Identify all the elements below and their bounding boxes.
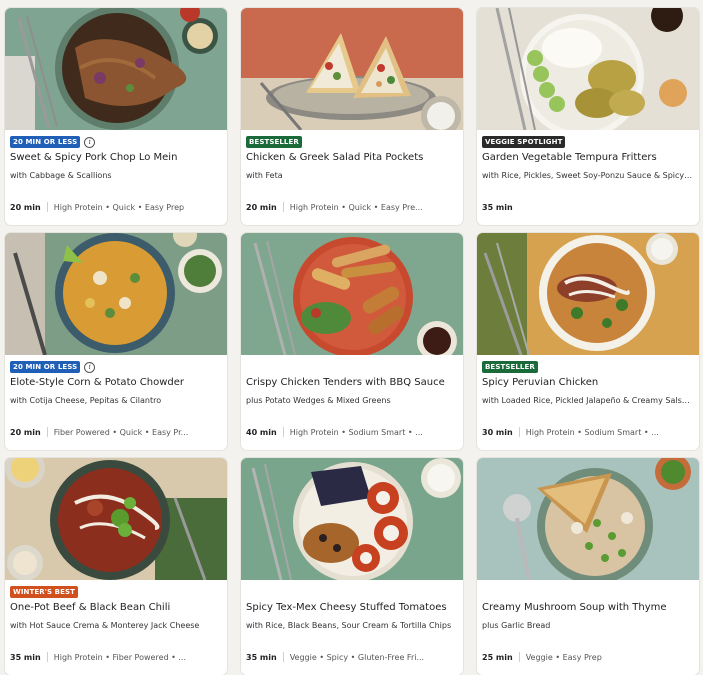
recipe-photo[interactable] (477, 458, 699, 580)
divider (282, 427, 284, 437)
recipe-meta: 35 min (482, 201, 694, 213)
divider (282, 652, 284, 662)
recipe-tags: High Protein • Quick • Easy Prep (53, 202, 185, 212)
recipe-meta: 20 min High Protein • Quick • Easy Prep (10, 201, 222, 213)
recipe-subtitle: with Hot Sauce Crema & Monterey Jack Che… (10, 621, 200, 630)
recipe-tags: Veggie • Easy Prep (525, 652, 602, 662)
prep-time: 35 min (246, 652, 277, 662)
recipe-grid: 20 MIN OR LESS i Sweet & Spicy Pork Chop… (0, 0, 703, 675)
prep-time: 20 min (10, 427, 41, 437)
recipe-card[interactable]: Crispy Chicken Tenders with BBQ Sauce pl… (241, 233, 463, 450)
prep-time: 35 min (10, 652, 41, 662)
recipe-meta: 30 min High Protein • Sodium Smart • ... (482, 426, 694, 438)
badge-row: BESTSELLER (482, 361, 538, 373)
recipe-card[interactable]: Creamy Mushroom Soup with Thyme plus Gar… (477, 458, 699, 675)
recipe-tags: Fiber Powered • Quick • Easy Pr... (53, 427, 189, 437)
recipe-card[interactable]: 20 MIN OR LESS i Sweet & Spicy Pork Chop… (5, 8, 227, 225)
recipe-tags: High Protein • Sodium Smart • ... (525, 427, 659, 437)
recipe-title[interactable]: Spicy Tex-Mex Cheesy Stuffed Tomatoes (246, 601, 460, 614)
prep-time: 20 min (10, 202, 41, 212)
recipe-subtitle: with Cotija Cheese, Pepitas & Cilantro (10, 396, 162, 405)
recipe-subtitle: with Feta (246, 171, 283, 180)
recipe-photo[interactable] (5, 458, 227, 580)
badge-row: 20 MIN OR LESS i (10, 136, 96, 148)
prep-time: 25 min (482, 652, 513, 662)
divider (46, 427, 48, 437)
recipe-title[interactable]: Garden Vegetable Tempura Fritters (482, 151, 696, 164)
info-icon[interactable]: i (84, 361, 96, 373)
recipe-tags: High Protein • Fiber Powered • ... (53, 652, 186, 662)
prep-time: 40 min (246, 427, 277, 437)
recipe-meta: 35 min High Protein • Fiber Powered • ..… (10, 651, 222, 663)
recipe-meta: 40 min High Protein • Sodium Smart • ... (246, 426, 458, 438)
badge-bestseller: BESTSELLER (246, 136, 302, 148)
divider (282, 202, 284, 212)
badge-20-min-or-less: 20 MIN OR LESS (10, 136, 81, 148)
badge-row: VEGGIE SPOTLIGHT (482, 136, 566, 148)
recipe-subtitle: plus Garlic Bread (482, 621, 551, 630)
recipe-tags: Veggie • Spicy • Gluten-Free Fri... (289, 652, 425, 662)
recipe-subtitle: with Rice, Black Beans, Sour Cream & Tor… (246, 621, 452, 630)
recipe-meta: 35 min Veggie • Spicy • Gluten-Free Fri.… (246, 651, 458, 663)
recipe-card[interactable]: 20 MIN OR LESS i Elote-Style Corn & Pota… (5, 233, 227, 450)
badge-winters-best: WINTER'S BEST (10, 586, 78, 598)
badge-row: WINTER'S BEST (10, 586, 78, 598)
badge-row: BESTSELLER (246, 136, 302, 148)
recipe-subtitle: with Rice, Pickles, Sweet Soy-Ponzu Sauc… (482, 171, 694, 180)
recipe-card[interactable]: BESTSELLER Spicy Peruvian Chicken with L… (477, 233, 699, 450)
recipe-photo[interactable] (5, 8, 227, 130)
recipe-photo[interactable] (241, 8, 463, 130)
divider (46, 202, 48, 212)
recipe-title[interactable]: One-Pot Beef & Black Bean Chili (10, 601, 224, 614)
recipe-title[interactable]: Creamy Mushroom Soup with Thyme (482, 601, 696, 614)
recipe-subtitle: with Loaded Rice, Pickled Jalapeño & Cre… (482, 396, 694, 405)
divider (518, 652, 520, 662)
badge-row: 20 MIN OR LESS i (10, 361, 96, 373)
divider (46, 652, 48, 662)
badge-20-min-or-less: 20 MIN OR LESS (10, 361, 81, 373)
recipe-meta: 25 min Veggie • Easy Prep (482, 651, 694, 663)
recipe-card[interactable]: Spicy Tex-Mex Cheesy Stuffed Tomatoes wi… (241, 458, 463, 675)
recipe-card[interactable]: VEGGIE SPOTLIGHT Garden Vegetable Tempur… (477, 8, 699, 225)
recipe-photo[interactable] (5, 233, 227, 355)
recipe-card[interactable]: BESTSELLER Chicken & Greek Salad Pita Po… (241, 8, 463, 225)
prep-time: 20 min (246, 202, 277, 212)
recipe-tags: High Protein • Sodium Smart • ... (289, 427, 423, 437)
recipe-photo[interactable] (241, 458, 463, 580)
recipe-meta: 20 min High Protein • Quick • Easy Pre..… (246, 201, 458, 213)
recipe-card[interactable]: WINTER'S BEST One-Pot Beef & Black Bean … (5, 458, 227, 675)
recipe-subtitle: plus Potato Wedges & Mixed Greens (246, 396, 391, 405)
recipe-tags: High Protein • Quick • Easy Pre... (289, 202, 423, 212)
divider (518, 427, 520, 437)
recipe-title[interactable]: Elote-Style Corn & Potato Chowder (10, 376, 224, 389)
recipe-photo[interactable] (241, 233, 463, 355)
recipe-photo[interactable] (477, 8, 699, 130)
recipe-title[interactable]: Chicken & Greek Salad Pita Pockets (246, 151, 460, 164)
recipe-subtitle: with Cabbage & Scallions (10, 171, 112, 180)
recipe-meta: 20 min Fiber Powered • Quick • Easy Pr..… (10, 426, 222, 438)
recipe-photo[interactable] (477, 233, 699, 355)
recipe-title[interactable]: Sweet & Spicy Pork Chop Lo Mein (10, 151, 224, 164)
recipe-title[interactable]: Crispy Chicken Tenders with BBQ Sauce (246, 376, 460, 389)
prep-time: 35 min (482, 202, 513, 212)
info-icon[interactable]: i (84, 136, 96, 148)
prep-time: 30 min (482, 427, 513, 437)
badge-bestseller: BESTSELLER (482, 361, 538, 373)
recipe-title[interactable]: Spicy Peruvian Chicken (482, 376, 696, 389)
badge-veggie-spotlight: VEGGIE SPOTLIGHT (482, 136, 566, 148)
